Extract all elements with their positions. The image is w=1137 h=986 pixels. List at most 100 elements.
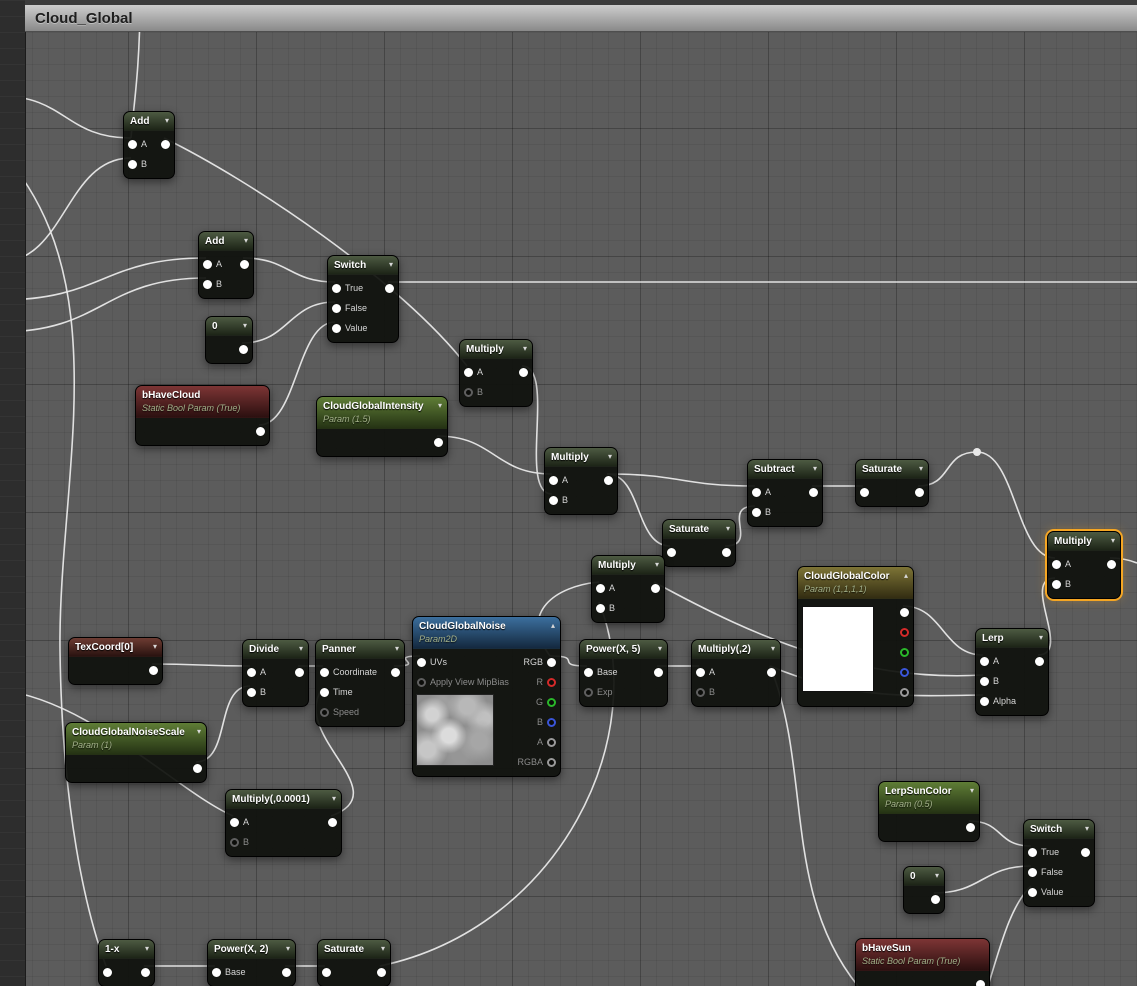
node-header[interactable]: Power(X, 2) ▾ xyxy=(208,940,295,959)
node-divide[interactable]: Divide ▾ A B xyxy=(242,639,309,707)
output-pin[interactable] xyxy=(900,667,909,677)
input-pin-apply-view-mipbias[interactable] xyxy=(417,677,426,687)
output-pin[interactable] xyxy=(1035,656,1044,666)
node-bhavecloud[interactable]: bHaveCloud Static Bool Param (True) xyxy=(135,385,270,446)
output-pin[interactable] xyxy=(767,667,776,677)
node-header[interactable]: CloudGlobalColor ▴ Param (1,1,1,1) xyxy=(798,567,913,599)
node-header[interactable]: LerpSunColor ▾ Param (0.5) xyxy=(879,782,979,814)
output-pin[interactable] xyxy=(149,665,158,675)
node-subtract-1[interactable]: Subtract ▾ A B xyxy=(747,459,823,527)
input-pin-false[interactable] xyxy=(1028,867,1037,877)
output-pin-rgb[interactable] xyxy=(547,657,556,667)
output-pin[interactable] xyxy=(295,667,304,677)
input-pin-time[interactable] xyxy=(320,687,329,697)
input-pin-false[interactable] xyxy=(332,303,341,313)
node-header[interactable]: Switch ▾ xyxy=(1024,820,1094,839)
chevron-down-icon[interactable]: ▾ xyxy=(935,872,939,880)
chevron-up-icon[interactable]: ▴ xyxy=(551,622,555,630)
input-pin-a[interactable] xyxy=(596,583,605,593)
node-header[interactable]: Multiply(,0.0001) ▾ xyxy=(226,790,341,809)
chevron-down-icon[interactable]: ▾ xyxy=(395,645,399,653)
output-pin-rgba[interactable] xyxy=(547,757,556,767)
node-cloudglobalnoisescale[interactable]: CloudGlobalNoiseScale ▾ Param (1) xyxy=(65,722,207,783)
input-pin-a[interactable] xyxy=(752,487,761,497)
input-pin-value[interactable] xyxy=(1028,887,1037,897)
output-pin[interactable] xyxy=(239,344,248,354)
output-pin[interactable] xyxy=(256,426,265,436)
node-add-1[interactable]: Add ▾ A B xyxy=(123,111,175,179)
node-power-x5[interactable]: Power(X, 5) ▾ Base Exp xyxy=(579,639,668,707)
node-header[interactable]: Power(X, 5) ▾ xyxy=(580,640,667,659)
output-pin[interactable] xyxy=(328,817,337,827)
node-zero-1[interactable]: 0 ▾ xyxy=(205,316,253,364)
input-pin-b[interactable] xyxy=(230,837,239,847)
output-pin[interactable] xyxy=(900,607,909,617)
output-pin[interactable] xyxy=(193,763,202,773)
chevron-down-icon[interactable]: ▾ xyxy=(244,237,248,245)
node-header[interactable]: Lerp ▾ xyxy=(976,629,1048,648)
node-header[interactable]: Add ▾ xyxy=(199,232,253,251)
chevron-down-icon[interactable]: ▾ xyxy=(608,453,612,461)
input-pin-b[interactable] xyxy=(1052,579,1061,589)
input-pin[interactable] xyxy=(860,487,869,497)
node-header[interactable]: bHaveSun Static Bool Param (True) xyxy=(856,939,989,971)
input-pin-b[interactable] xyxy=(464,387,473,397)
output-pin[interactable] xyxy=(1081,847,1090,857)
output-pin[interactable] xyxy=(915,487,924,497)
chevron-down-icon[interactable]: ▾ xyxy=(655,561,659,569)
input-pin-speed[interactable] xyxy=(320,707,329,717)
chevron-down-icon[interactable]: ▾ xyxy=(726,525,730,533)
output-pin-g[interactable] xyxy=(547,697,556,707)
node-add-2[interactable]: Add ▾ A B xyxy=(198,231,254,299)
node-header[interactable]: Divide ▾ xyxy=(243,640,308,659)
input-pin-b[interactable] xyxy=(980,676,989,686)
chevron-down-icon[interactable]: ▾ xyxy=(813,465,817,473)
node-multiply-3[interactable]: Multiply ▾ A B xyxy=(591,555,665,623)
input-pin-a[interactable] xyxy=(549,475,558,485)
chevron-down-icon[interactable]: ▾ xyxy=(970,787,974,795)
node-oneminus[interactable]: 1-x ▾ xyxy=(98,939,155,986)
output-pin-a[interactable] xyxy=(547,737,556,747)
chevron-down-icon[interactable]: ▾ xyxy=(523,345,527,353)
output-pin-r[interactable] xyxy=(547,677,556,687)
input-pin-a[interactable] xyxy=(203,259,212,269)
node-header[interactable]: 1-x ▾ xyxy=(99,940,154,959)
input-pin[interactable] xyxy=(322,967,331,977)
input-pin-uvs[interactable] xyxy=(417,657,426,667)
chevron-down-icon[interactable]: ▾ xyxy=(389,261,393,269)
input-pin-base[interactable] xyxy=(584,667,593,677)
node-header[interactable]: CloudGlobalIntensity ▾ Param (1.5) xyxy=(317,397,447,429)
output-pin[interactable] xyxy=(391,667,400,677)
node-header[interactable]: bHaveCloud Static Bool Param (True) xyxy=(136,386,269,418)
output-pin[interactable] xyxy=(900,687,909,697)
input-pin-b[interactable] xyxy=(128,159,137,169)
input-pin-alpha[interactable] xyxy=(980,696,989,706)
output-pin[interactable] xyxy=(654,667,663,677)
node-header[interactable]: Saturate ▾ xyxy=(318,940,390,959)
node-header[interactable]: Saturate ▾ xyxy=(856,460,928,479)
chevron-down-icon[interactable]: ▾ xyxy=(771,645,775,653)
node-zero-2[interactable]: 0 ▾ xyxy=(903,866,945,914)
node-saturate-1[interactable]: Saturate ▾ xyxy=(855,459,929,507)
input-pin-true[interactable] xyxy=(332,283,341,293)
node-cloudglobalcolor[interactable]: CloudGlobalColor ▴ Param (1,1,1,1) xyxy=(797,566,914,707)
node-cloudglobalnoise[interactable]: CloudGlobalNoise ▴ Param2D UVs Apply View Mi… xyxy=(412,616,561,777)
node-header[interactable]: Saturate ▾ xyxy=(663,520,735,539)
chevron-down-icon[interactable]: ▾ xyxy=(197,728,201,736)
node-saturate-2[interactable]: Saturate ▾ xyxy=(662,519,736,567)
node-lerpsuncolor[interactable]: LerpSunColor ▾ Param (0.5) xyxy=(878,781,980,842)
chevron-down-icon[interactable]: ▾ xyxy=(145,945,149,953)
input-pin-base[interactable] xyxy=(212,967,221,977)
node-header[interactable]: Panner ▾ xyxy=(316,640,404,659)
node-multiply-2[interactable]: Multiply ▾ A B xyxy=(544,447,618,515)
output-pin[interactable] xyxy=(900,627,909,637)
chevron-down-icon[interactable]: ▾ xyxy=(165,117,169,125)
output-pin[interactable] xyxy=(434,437,443,447)
node-cloudglobalintensity[interactable]: CloudGlobalIntensity ▾ Param (1.5) xyxy=(316,396,448,457)
chevron-down-icon[interactable]: ▾ xyxy=(1039,634,1043,642)
node-multiply-1[interactable]: Multiply ▾ A B xyxy=(459,339,533,407)
node-switch-1[interactable]: Switch ▾ True False Value xyxy=(327,255,399,343)
chevron-down-icon[interactable]: ▾ xyxy=(243,322,247,330)
output-pin[interactable] xyxy=(385,283,394,293)
node-header[interactable]: 0 ▾ xyxy=(904,867,944,886)
